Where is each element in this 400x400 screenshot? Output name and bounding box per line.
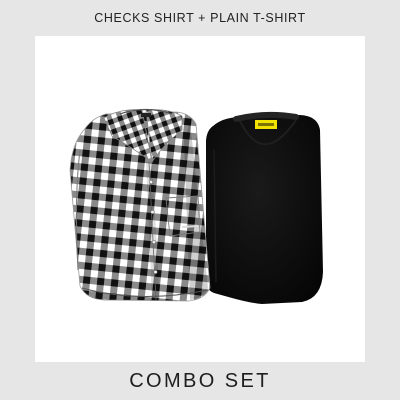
combo-set-label: COMBO SET xyxy=(129,369,271,392)
checks-shirt xyxy=(69,108,211,302)
combo-product-image xyxy=(69,108,323,304)
plain-tshirt xyxy=(206,111,323,304)
